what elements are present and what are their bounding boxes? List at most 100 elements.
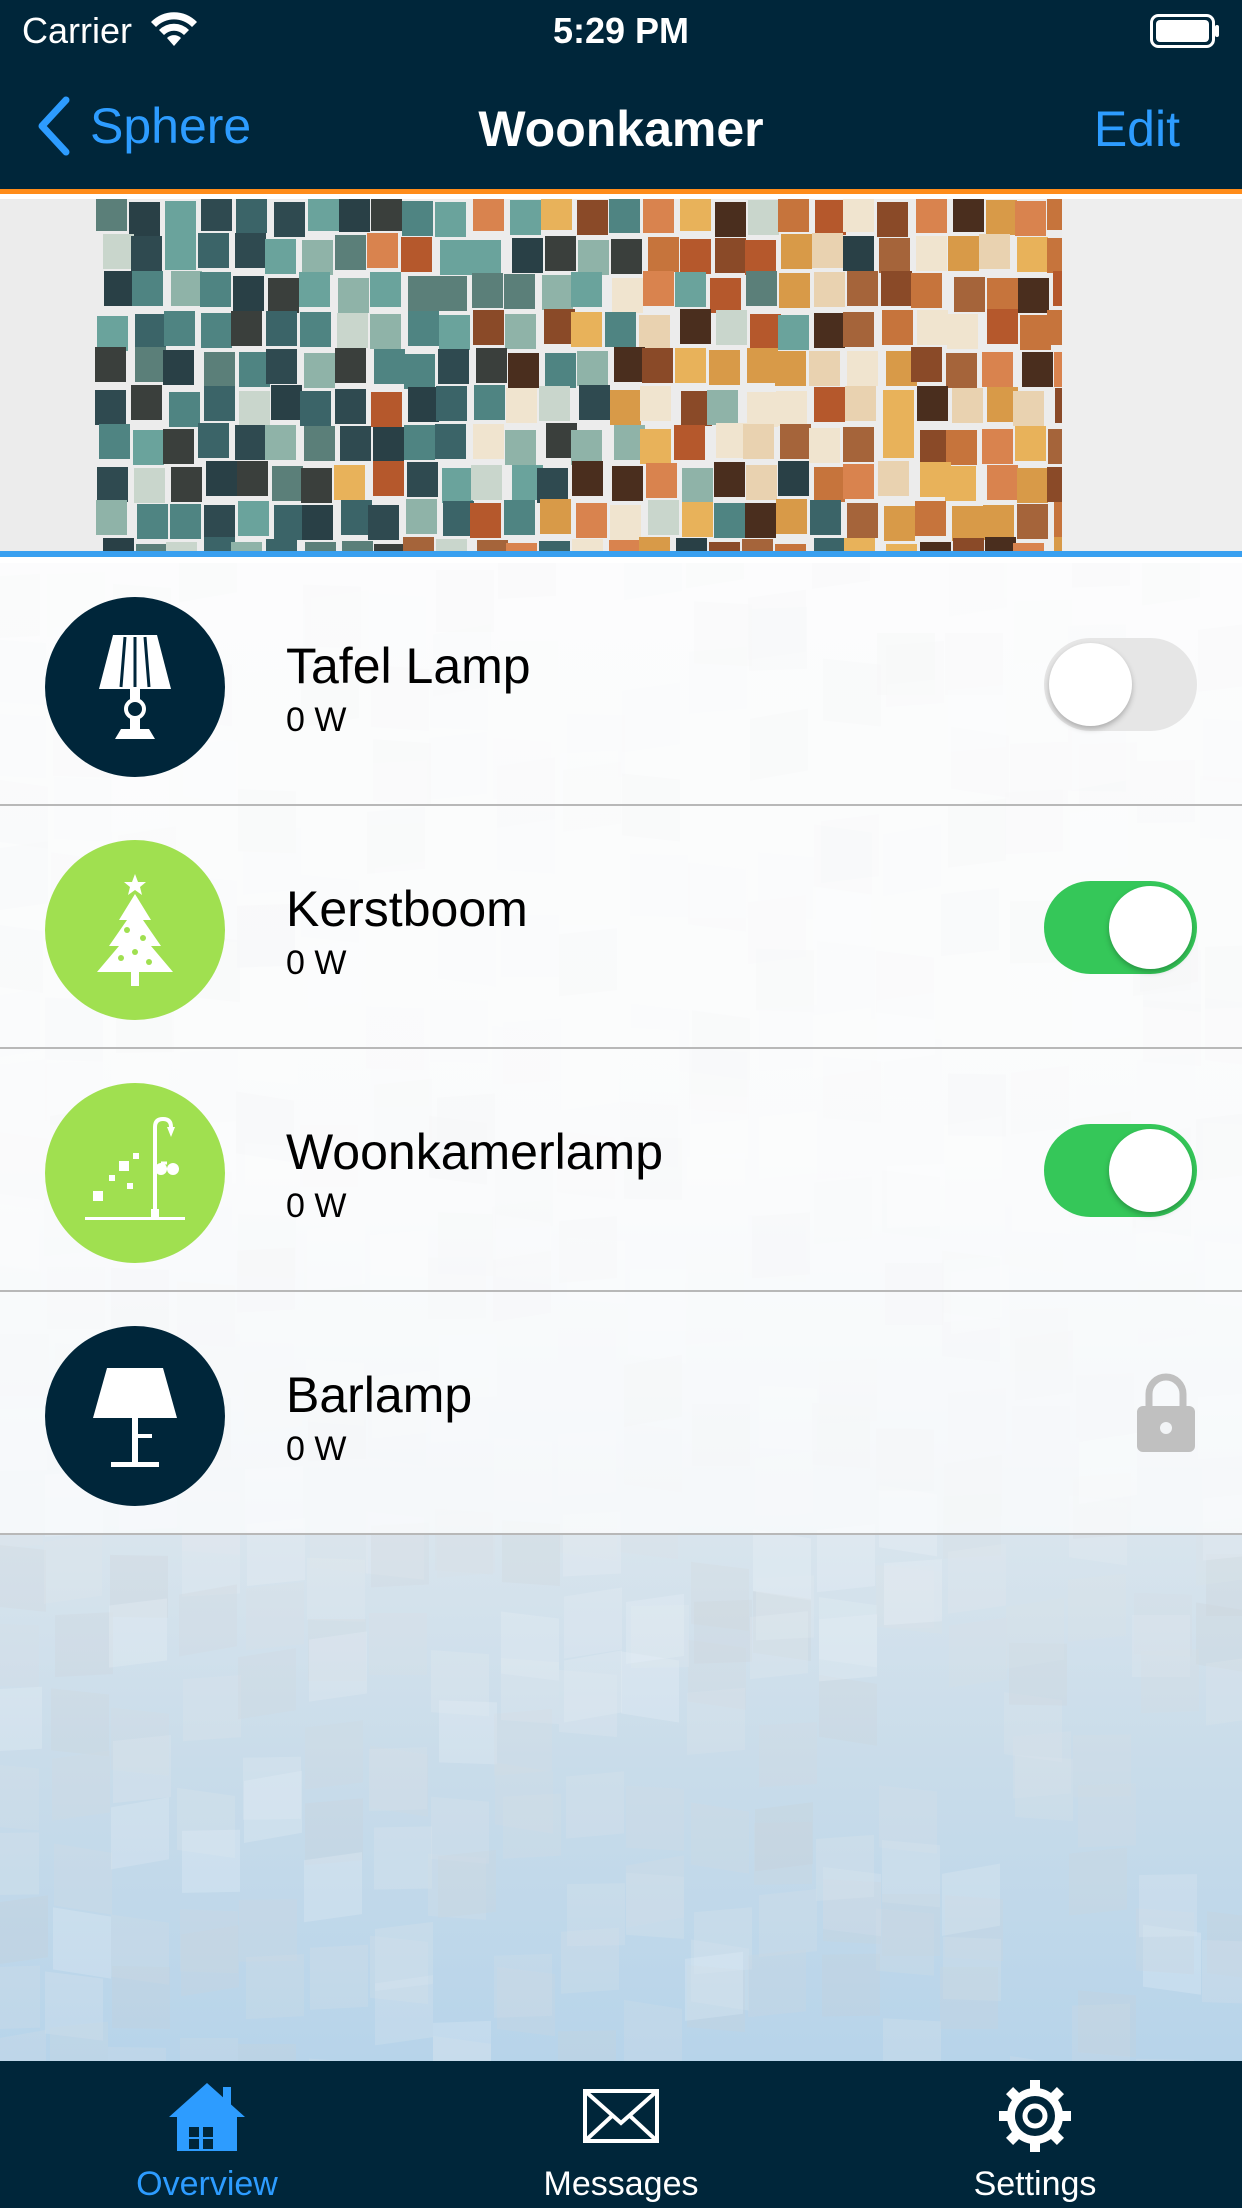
- background-pattern-block: [822, 1953, 880, 2017]
- hero-mosaic-block: [170, 504, 201, 539]
- device-icon-circle[interactable]: [45, 840, 225, 1020]
- hero-mosaic-block: [508, 353, 539, 388]
- hero-mosaic-block: [171, 467, 202, 502]
- device-row-kerstboom[interactable]: Kerstboom 0 W: [0, 806, 1242, 1049]
- hero-mosaic-block: [506, 388, 537, 423]
- tab-settings[interactable]: Settings: [828, 2061, 1242, 2208]
- hero-mosaic-block: [610, 390, 641, 425]
- device-power: 0 W: [286, 1187, 347, 1225]
- device-name: Kerstboom: [286, 881, 528, 937]
- hero-mosaic-block: [987, 465, 1018, 500]
- hero-mosaic-block: [473, 424, 504, 459]
- hero-mosaic-block: [987, 278, 1018, 313]
- background-pattern-block: [687, 1687, 745, 1755]
- hero-mosaic-block: [204, 352, 235, 387]
- tab-bar: Overview Messages Settings: [0, 2061, 1242, 2208]
- hero-mosaic-block: [338, 278, 369, 313]
- device-row-woonkamerlamp[interactable]: Woonkamerlamp 0 W: [0, 1049, 1242, 1292]
- hero-mosaic-block: [845, 386, 876, 421]
- hero-mosaic-block: [132, 271, 163, 306]
- page-title: Woonkamer: [478, 101, 764, 157]
- hero-mosaic-block: [305, 542, 336, 551]
- hero-mosaic-block: [747, 348, 778, 383]
- background-pattern-block: [0, 1763, 39, 1831]
- hero-mosaic-block: [814, 538, 845, 551]
- hero-mosaic-block: [843, 427, 874, 462]
- hero-mosaic-block: [206, 461, 237, 496]
- background-pattern-block: [55, 1612, 113, 1678]
- background-pattern-block: [694, 1599, 752, 1664]
- background-pattern-block: [111, 1797, 169, 1870]
- device-toggle[interactable]: [1044, 1124, 1197, 1217]
- background-pattern-block: [748, 1949, 806, 2018]
- hero-mosaic-block: [643, 199, 674, 233]
- device-row-barlamp[interactable]: Barlamp 0 W: [0, 1292, 1242, 1535]
- hero-mosaic-block: [401, 237, 432, 272]
- hero-mosaic-block: [439, 315, 470, 350]
- hero-mosaic-block: [605, 312, 636, 347]
- hero-mosaic-block: [775, 351, 806, 386]
- hero-mosaic-block: [750, 314, 781, 349]
- hero-mosaic-block: [571, 312, 602, 347]
- device-row-tafel-lamp[interactable]: Tafel Lamp 0 W: [0, 563, 1242, 806]
- hero-mosaic-block: [266, 311, 297, 346]
- background-pattern-block: [438, 1849, 496, 1918]
- tab-overview[interactable]: Overview: [0, 2061, 414, 2208]
- hero-mosaic-block: [198, 423, 229, 458]
- hero-mosaic-block: [97, 467, 128, 502]
- hero-mosaic-block: [201, 313, 232, 348]
- hero-mosaic-block: [916, 199, 947, 233]
- background-pattern-block: [561, 1927, 619, 1994]
- edit-button[interactable]: Edit: [1094, 100, 1180, 158]
- hero-mosaic-block: [881, 271, 912, 306]
- hero-mosaic-block: [682, 468, 713, 503]
- hero-mosaic-block: [578, 240, 609, 275]
- hero-mosaic-block: [1018, 278, 1049, 313]
- background-pattern-block: [1206, 1655, 1242, 1726]
- hero-mosaic-block: [545, 353, 576, 388]
- background-pattern-block: [246, 1954, 304, 2020]
- hero-mosaic-block: [473, 310, 504, 345]
- device-toggle[interactable]: [1044, 881, 1197, 974]
- hero-mosaic-block: [272, 466, 303, 501]
- hero-mosaic-block: [339, 199, 370, 232]
- hero-mosaic-block: [780, 424, 811, 459]
- hero-mosaic-block: [979, 234, 1010, 269]
- hero-mosaic-block: [879, 238, 910, 273]
- hero-mosaic-block: [304, 426, 335, 461]
- hero-mosaic-block: [95, 390, 126, 425]
- hero-mosaic-block: [878, 461, 909, 496]
- hero-mosaic-block: [743, 424, 774, 459]
- hero-mosaic-block: [374, 349, 405, 384]
- device-icon-circle[interactable]: [45, 1326, 225, 1506]
- tab-messages[interactable]: Messages: [414, 2061, 828, 2208]
- hero-mosaic-block: [373, 461, 404, 496]
- hero-mosaic-block: [544, 309, 575, 344]
- hero-mosaic-block: [886, 544, 917, 551]
- hero-mosaic-block: [539, 386, 570, 421]
- tab-label: Overview: [136, 2165, 278, 2203]
- hero-mosaic-block: [814, 272, 845, 307]
- background-pattern-block: [685, 1951, 743, 2021]
- hero-mosaic-block: [779, 273, 810, 308]
- device-toggle[interactable]: [1044, 638, 1197, 731]
- background-pattern-block: [494, 1708, 552, 1776]
- device-icon-circle[interactable]: [45, 1083, 225, 1263]
- background-pattern-block: [309, 1631, 367, 1702]
- hero-mosaic-block: [643, 271, 674, 306]
- hero-mosaic-block: [204, 537, 235, 551]
- hero-mosaic-block: [571, 430, 602, 465]
- hero-mosaic-block: [135, 347, 166, 382]
- device-icon-circle[interactable]: [45, 597, 225, 777]
- background-pattern-block: [375, 1975, 433, 2046]
- background-pattern-block: [949, 1617, 1007, 1688]
- hero-mosaic-block: [163, 350, 194, 385]
- hero-mosaic-block: [300, 391, 331, 426]
- hero-mosaic-block: [231, 311, 262, 346]
- background-pattern-block: [183, 1675, 241, 1742]
- lock-icon[interactable]: [1135, 1372, 1197, 1454]
- hero-mosaic-block: [776, 499, 807, 534]
- christmas-tree-icon: [97, 874, 173, 986]
- hero-mosaic-block: [985, 537, 1016, 551]
- hero-mosaic-block: [539, 541, 570, 551]
